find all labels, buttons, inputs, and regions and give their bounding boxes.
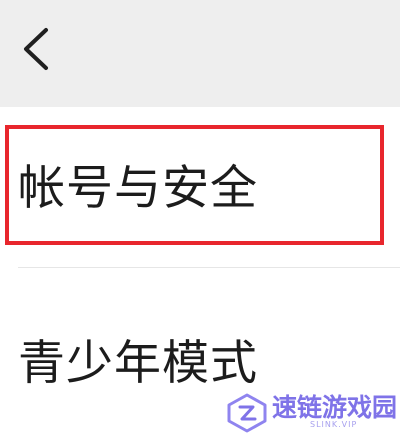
watermark: 速链游戏园 SLINK.VIP [220,386,400,440]
watermark-subtitle: SLINK.VIP [310,420,358,429]
back-button[interactable] [14,22,58,76]
top-nav-bar [0,0,400,107]
watermark-logo-icon [227,393,267,433]
watermark-title: 速链游戏园 [272,393,398,422]
menu-item-account-security[interactable]: 帐号与安全 [0,125,400,245]
chevron-left-icon [24,28,48,70]
menu-item-label: 帐号与安全 [18,160,258,216]
menu-item-label: 青少年模式 [18,335,258,391]
divider [18,267,400,268]
